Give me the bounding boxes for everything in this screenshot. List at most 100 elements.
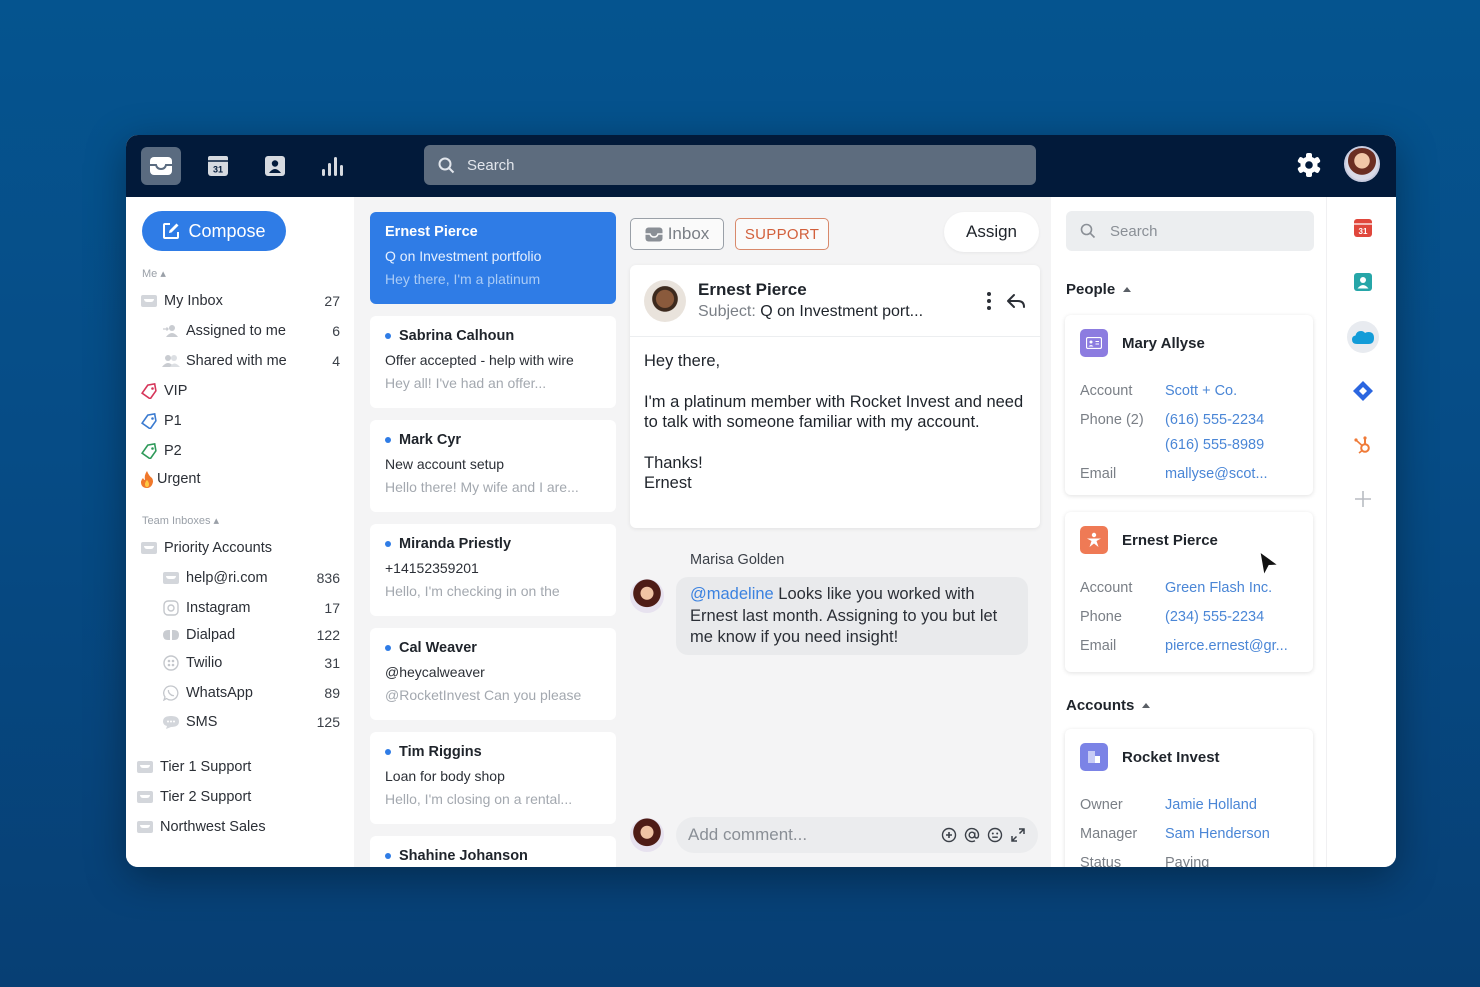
sidebar-item-tier-1-support[interactable]: Tier 1 Support [136, 755, 336, 779]
mouse-cursor-icon [1259, 551, 1280, 577]
inbox-icon [136, 759, 154, 775]
nav-calendar-button[interactable]: 31 [198, 147, 238, 185]
person-card-ernest-pierce[interactable]: Ernest Pierce Account Green Flash Inc. Ph… [1065, 512, 1313, 672]
conversation-preview: Hello, I'm closing on a rental... [385, 791, 573, 807]
field-label: Phone (2) [1080, 412, 1144, 428]
conversation-item[interactable]: Shahine Johanson [370, 836, 616, 867]
conversation-preview: @RocketInvest Can you please [385, 687, 582, 703]
sidebar-item-count: 125 [316, 714, 340, 730]
more-options-icon[interactable] [986, 291, 992, 311]
sidebar-item-count: 122 [316, 627, 340, 643]
sidebar-item-tier-2-support[interactable]: Tier 2 Support [136, 785, 336, 809]
sidebar-item-assigned-to-me[interactable]: Assigned to me 6 [162, 319, 340, 343]
svg-text:31: 31 [1359, 227, 1368, 236]
sidebar-item-count: 17 [324, 600, 340, 616]
add-integration-button[interactable] [1348, 484, 1378, 514]
gear-icon[interactable] [1296, 152, 1322, 178]
conversation-item[interactable]: Cal Weaver @heycalweaver @RocketInvest C… [370, 628, 616, 720]
global-search-input[interactable]: Search [424, 145, 1036, 185]
conversation-preview: Hey all! I've had an offer... [385, 375, 547, 391]
sidebar-item-label: SMS [186, 714, 218, 730]
sidebar-item-whatsapp[interactable]: WhatsApp 89 [162, 681, 340, 705]
contacts-app-button[interactable] [1348, 267, 1378, 297]
conversation-item[interactable]: Mark Cyr New account setup Hello there! … [370, 420, 616, 512]
email-subject: Subject: Q on Investment port... [698, 303, 924, 320]
salesforce-icon [1352, 331, 1374, 344]
emoji-icon[interactable] [986, 827, 1003, 844]
accounts-section-toggle[interactable]: Accounts [1066, 697, 1151, 714]
jira-button[interactable] [1348, 376, 1378, 406]
account-link[interactable]: Green Flash Inc. [1165, 576, 1272, 601]
sidebar-item-sms[interactable]: SMS 125 [162, 710, 340, 734]
nav-contacts-button[interactable] [255, 147, 295, 185]
inbox-icon [150, 157, 172, 175]
phone-link[interactable]: (616) 555-8989 [1165, 433, 1264, 458]
unread-dot [385, 437, 391, 443]
sidebar-item-help-email[interactable]: help@ri.com 836 [162, 566, 340, 590]
manager-link[interactable]: Sam Henderson [1165, 822, 1270, 847]
person-card-mary-allyse[interactable]: Mary Allyse Account Scott + Co. Phone (2)… [1065, 315, 1313, 495]
email-signoff: Thanks! Ernest [644, 453, 703, 493]
phone-link[interactable]: (616) 555-2234 [1165, 408, 1264, 433]
sidebar-item-twilio[interactable]: Twilio 31 [162, 651, 340, 675]
me-section-toggle[interactable]: Me ▴ [142, 267, 166, 280]
add-comment-input[interactable] [688, 825, 940, 845]
sidebar-item-priority-accounts[interactable]: Priority Accounts [140, 536, 340, 560]
unread-dot [385, 749, 391, 755]
calendar-app-button[interactable]: 31 [1348, 213, 1378, 243]
account-card-rocket-invest[interactable]: Rocket Invest Owner Jamie Holland Manager… [1065, 729, 1313, 867]
phone-link[interactable]: (234) 555-2234 [1165, 605, 1264, 630]
person-name: Mary Allyse [1122, 334, 1205, 352]
expand-icon[interactable] [1009, 827, 1026, 844]
sidebar-item-label: Northwest Sales [160, 819, 266, 835]
sidebar-tag-p2[interactable]: P2 [140, 439, 340, 463]
field-label: Manager [1080, 826, 1138, 842]
sender-name: Ernest Pierce [698, 280, 807, 299]
collapse-icon [1123, 287, 1132, 292]
support-tag[interactable]: SUPPORT [735, 218, 829, 250]
sidebar-item-northwest-sales[interactable]: Northwest Sales [136, 815, 336, 839]
nav-inbox-button[interactable] [141, 147, 181, 185]
assign-label: Assign [965, 222, 1018, 241]
conversation-preview: Hello there! My wife and I are... [385, 479, 579, 495]
owner-link[interactable]: Jamie Holland [1165, 793, 1257, 818]
add-comment-box [676, 817, 1038, 853]
email-link[interactable]: mallyse@scot... [1165, 462, 1268, 487]
sidebar-tag-urgent[interactable]: Urgent [140, 467, 340, 491]
integrations-rail: 31 [1326, 197, 1396, 867]
account-link[interactable]: Scott + Co. [1165, 379, 1237, 404]
inbox-icon [140, 293, 158, 309]
compose-label: Compose [188, 220, 266, 241]
user-avatar[interactable] [1344, 146, 1380, 182]
conversation-subject: Q on Investment portfolio [385, 248, 542, 264]
email-link[interactable]: pierce.ernest@gr... [1165, 634, 1288, 659]
people-section-toggle[interactable]: People [1066, 281, 1132, 298]
compose-button[interactable]: Compose [142, 211, 286, 251]
conversation-item[interactable]: Tim Riggins Loan for body shop Hello, I'… [370, 732, 616, 824]
inbox-tag-button[interactable]: Inbox [630, 218, 724, 250]
team-inboxes-toggle[interactable]: Team Inboxes ▴ [142, 514, 219, 527]
mention-link[interactable]: @madeline [690, 585, 774, 603]
add-attachment-icon[interactable] [940, 827, 957, 844]
people-section-label: People [1066, 281, 1116, 298]
reply-icon[interactable] [1006, 292, 1026, 310]
conversation-item[interactable]: Sabrina Calhoun Offer accepted - help wi… [370, 316, 616, 408]
conversation-item[interactable]: Miranda Priestly +14152359201 Hello, I'm… [370, 524, 616, 616]
email-body: Hey there, I'm a platinum member with Ro… [630, 337, 1040, 508]
assign-button[interactable]: Assign [944, 212, 1039, 252]
sidebar-item-shared-with-me[interactable]: Shared with me 4 [162, 349, 340, 373]
sidebar-item-instagram[interactable]: Instagram 17 [162, 596, 340, 620]
sidebar-item-label: Urgent [157, 471, 201, 487]
salesforce-button[interactable] [1347, 321, 1379, 353]
hubspot-button[interactable] [1348, 430, 1378, 460]
sidebar-item-my-inbox[interactable]: My Inbox 27 [140, 289, 340, 313]
sidebar-tag-p1[interactable]: P1 [140, 409, 340, 433]
nav-analytics-button[interactable] [312, 147, 352, 185]
sidebar-item-dialpad[interactable]: Dialpad 122 [162, 623, 340, 647]
context-search-input[interactable]: Search [1066, 211, 1314, 251]
conversation-item-selected[interactable]: Ernest Pierce Q on Investment portfolio … [370, 212, 616, 304]
collapse-icon [1142, 703, 1151, 708]
building-icon [1080, 743, 1108, 771]
sidebar-tag-vip[interactable]: VIP [140, 379, 340, 403]
mention-icon[interactable] [963, 827, 980, 844]
